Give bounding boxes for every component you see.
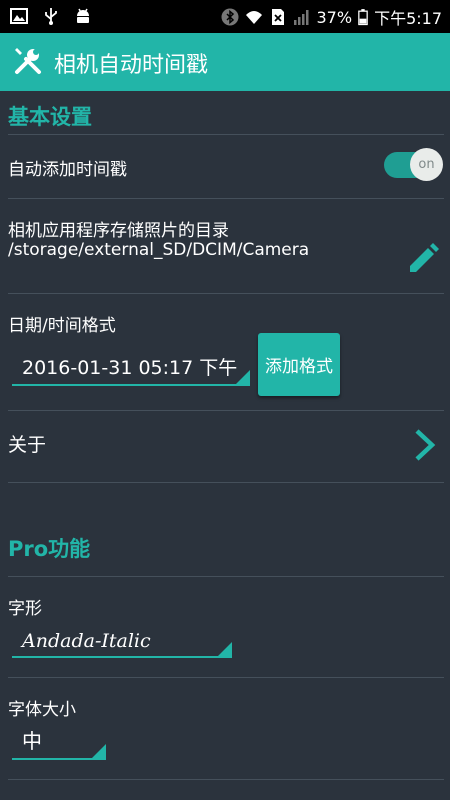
- bluetooth-icon: [221, 8, 238, 26]
- auto-timestamp-label: 自动添加时间戳: [8, 160, 127, 180]
- divider: [8, 134, 444, 135]
- datetime-format-spinner[interactable]: 2016-01-31 05:17 下午: [12, 348, 250, 386]
- category-pro-features: Pro功能: [8, 537, 91, 561]
- dropdown-arrow-icon: [92, 744, 106, 758]
- divider: [8, 293, 444, 294]
- toggle-knob: on: [410, 148, 443, 181]
- wifi-icon: [245, 11, 262, 24]
- font-size-value: 中: [22, 729, 42, 753]
- category-basic-settings: 基本设置: [8, 105, 92, 129]
- divider: [8, 779, 444, 780]
- dropdown-arrow-icon: [236, 370, 250, 384]
- auto-timestamp-toggle[interactable]: on: [384, 148, 444, 181]
- directory-path: /storage/external_SD/DCIM/Camera: [8, 240, 310, 260]
- wrench-screwdriver-icon: [15, 48, 41, 74]
- divider: [8, 677, 444, 678]
- clock: 下午5:17: [374, 9, 442, 28]
- datetime-format-value: 2016-01-31 05:17 下午: [22, 357, 238, 379]
- font-spinner[interactable]: Andada-Italic: [12, 622, 232, 658]
- directory-label: 相机应用程序存储照片的目录: [8, 221, 229, 241]
- datetime-format-label: 日期/时间格式: [8, 316, 116, 336]
- about-label: 关于: [8, 434, 47, 456]
- chevron-right-icon[interactable]: [413, 428, 437, 462]
- font-size-spinner[interactable]: 中: [12, 724, 106, 760]
- divider: [8, 482, 444, 483]
- font-label: 字形: [8, 599, 42, 619]
- no-sim-icon: [271, 9, 284, 25]
- divider: [8, 576, 444, 577]
- app-bar: 相机自动时间戳: [0, 33, 450, 91]
- font-size-label: 字体大小: [8, 700, 76, 720]
- gallery-icon: [10, 8, 28, 24]
- dropdown-arrow-icon: [218, 642, 232, 656]
- android-debug-icon: [77, 8, 89, 23]
- divider: [8, 198, 444, 199]
- edit-icon[interactable]: [406, 240, 440, 276]
- signal-icon: [293, 10, 308, 25]
- divider: [8, 410, 444, 411]
- add-format-button[interactable]: 添加格式: [258, 333, 340, 396]
- app-title: 相机自动时间戳: [54, 53, 209, 78]
- battery-icon: [358, 9, 368, 26]
- font-value: Andada-Italic: [22, 630, 151, 652]
- status-bar: 37% 下午5:17: [0, 0, 450, 33]
- battery-percent: 37%: [316, 7, 353, 27]
- usb-icon: [45, 8, 57, 25]
